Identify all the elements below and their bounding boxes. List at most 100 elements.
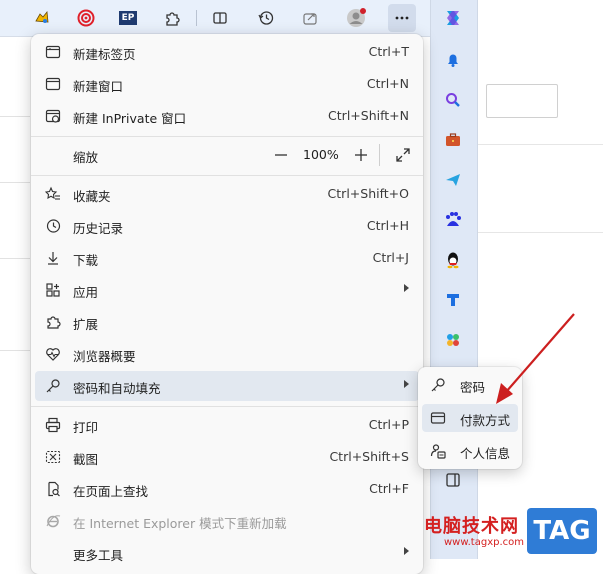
submenu-item-label: 个人信息 <box>460 446 511 461</box>
menu-item-browser-essentials[interactable]: 浏览器概要 <box>35 339 419 369</box>
menu-item-label: 新建窗口 <box>73 79 124 94</box>
new-window-icon <box>45 77 61 91</box>
menu-item-label: 更多工具 <box>73 548 124 563</box>
menu-item-new-tab[interactable]: 新建标签页 Ctrl+T <box>35 37 419 67</box>
page-divider <box>478 232 603 233</box>
zoom-divider <box>379 144 380 166</box>
shortcut-label: Ctrl+T <box>368 44 409 59</box>
print-icon <box>45 417 61 433</box>
extension-icon-1[interactable] <box>28 4 56 32</box>
shortcut-label: Ctrl+J <box>372 250 409 265</box>
new-tab-icon <box>45 45 61 59</box>
menu-item-label: 浏览器概要 <box>73 349 136 364</box>
menu-item-label: 截图 <box>73 452 99 467</box>
apps-icon <box>46 283 60 297</box>
extensions-icon[interactable] <box>158 4 186 32</box>
shortcut-label: Ctrl+Shift+O <box>327 186 409 201</box>
menu-item-screenshot[interactable]: 截图 Ctrl+Shift+S <box>35 442 419 472</box>
shortcut-label: Ctrl+Shift+S <box>329 449 409 464</box>
target-icon[interactable] <box>72 4 100 32</box>
history-icon[interactable] <box>252 4 280 32</box>
more-icon[interactable] <box>388 4 416 32</box>
ep-label: EP <box>119 11 137 25</box>
toolbar-separator <box>196 10 197 26</box>
submenu-arrow-icon <box>404 547 409 555</box>
page-divider <box>0 258 30 259</box>
menu-item-label: 收藏夹 <box>73 189 111 204</box>
app-icon[interactable] <box>437 284 469 316</box>
search-icon[interactable] <box>437 84 469 116</box>
qq-icon[interactable] <box>437 244 469 276</box>
menu-item-label: 新建标签页 <box>73 47 136 62</box>
edge-sidebar <box>430 0 478 559</box>
menu-item-label: 打印 <box>73 420 99 435</box>
submenu-item-payment-methods[interactable]: 付款方式 <box>422 404 518 432</box>
internet-explorer-icon <box>46 515 61 528</box>
split-screen-icon[interactable] <box>206 4 234 32</box>
notification-bell-icon[interactable] <box>437 44 469 76</box>
submenu-arrow-icon <box>404 380 409 388</box>
menu-item-zoom: 缩放 100% <box>35 140 419 170</box>
find-icon <box>48 481 60 497</box>
heart-pulse-icon <box>46 348 60 361</box>
share-icon[interactable] <box>296 4 324 32</box>
clover-icon[interactable] <box>437 324 469 356</box>
zoom-level: 100% <box>303 147 339 162</box>
menu-item-label: 扩展 <box>73 317 99 332</box>
zoom-out-icon[interactable] <box>273 147 289 163</box>
download-icon <box>48 252 58 265</box>
menu-item-label: 新建 InPrivate 窗口 <box>73 111 187 126</box>
credit-card-icon <box>430 412 446 424</box>
submenu-item-label: 密码 <box>460 380 486 395</box>
baidu-icon[interactable] <box>437 204 469 236</box>
personal-info-icon <box>430 444 446 459</box>
ep-icon[interactable]: EP <box>114 4 142 32</box>
favorites-icon <box>45 186 60 200</box>
menu-item-inprivate[interactable]: 新建 InPrivate 窗口 Ctrl+Shift+N <box>35 101 419 131</box>
shortcut-label: Ctrl+F <box>369 481 409 496</box>
menu-item-downloads[interactable]: 下载 Ctrl+J <box>35 243 419 273</box>
fullscreen-icon[interactable] <box>395 147 411 163</box>
shortcut-label: Ctrl+P <box>368 417 409 432</box>
history-icon <box>46 219 61 233</box>
profile-icon[interactable] <box>342 4 370 32</box>
menu-item-history[interactable]: 历史记录 Ctrl+H <box>35 211 419 241</box>
watermark-site-name: 电脑技术网 <box>424 516 519 537</box>
page-divider <box>0 116 30 117</box>
watermark-tag-logo: TAG <box>527 508 597 554</box>
submenu-item-label: 付款方式 <box>460 413 511 428</box>
watermark-url: www.tagxp.com <box>444 537 524 548</box>
menu-separator <box>31 175 423 176</box>
submenu-arrow-icon <box>404 284 409 292</box>
menu-item-more-tools[interactable]: 更多工具 <box>35 538 419 568</box>
shortcut-label: Ctrl+N <box>366 76 409 91</box>
submenu-item-passwords[interactable]: 密码 <box>422 371 518 399</box>
menu-item-apps[interactable]: 应用 <box>35 275 419 305</box>
key-icon <box>431 378 445 392</box>
menu-item-passwords-autofill[interactable]: 密码和自动填充 <box>35 371 419 401</box>
submenu-item-personal-info[interactable]: 个人信息 <box>422 437 518 465</box>
extensions-icon <box>47 316 61 329</box>
menu-item-extensions[interactable]: 扩展 <box>35 307 419 337</box>
menu-item-label: 在页面上查找 <box>73 484 149 499</box>
menu-item-label: 应用 <box>73 285 99 300</box>
send-icon[interactable] <box>437 164 469 196</box>
zoom-in-icon[interactable] <box>353 147 369 163</box>
shortcut-label: Ctrl+H <box>366 218 409 233</box>
browser-toolbar: EP <box>0 0 430 37</box>
shortcut-label: Ctrl+Shift+N <box>328 108 409 123</box>
menu-item-label: 在 Internet Explorer 模式下重新加载 <box>73 516 287 531</box>
key-icon <box>46 379 60 393</box>
briefcase-icon[interactable] <box>437 124 469 156</box>
menu-item-label: 密码和自动填充 <box>73 381 161 396</box>
right-page-input[interactable] <box>486 84 558 118</box>
settings-menu: 新建标签页 Ctrl+T 新建窗口 Ctrl+N 新建 InPrivate 窗口… <box>31 34 423 574</box>
copilot-icon[interactable] <box>437 2 469 34</box>
menu-item-new-window[interactable]: 新建窗口 Ctrl+N <box>35 69 419 99</box>
inprivate-icon <box>45 109 61 123</box>
menu-item-favorites[interactable]: 收藏夹 Ctrl+Shift+O <box>35 179 419 209</box>
menu-item-label: 下载 <box>73 253 99 268</box>
menu-item-find-on-page[interactable]: 在页面上查找 Ctrl+F <box>35 474 419 504</box>
screenshot-icon <box>45 450 61 464</box>
menu-item-print[interactable]: 打印 Ctrl+P <box>35 410 419 440</box>
